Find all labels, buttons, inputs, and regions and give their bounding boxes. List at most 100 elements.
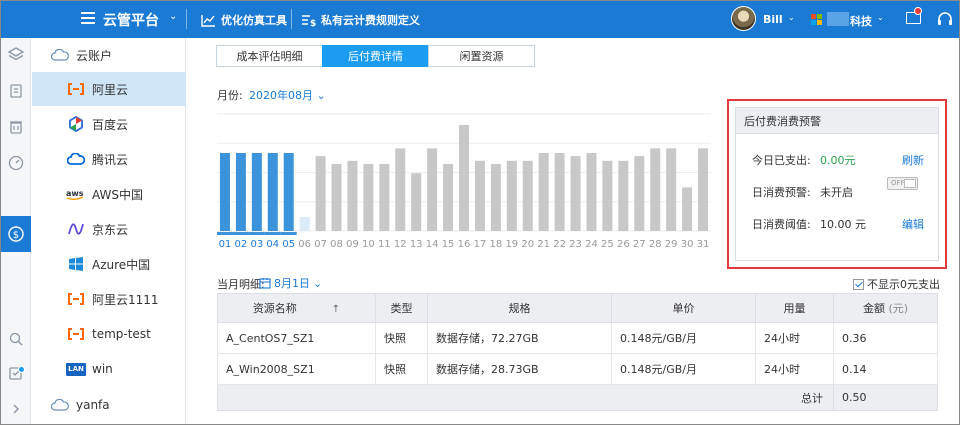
chart-bar-day-18[interactable] xyxy=(490,163,501,231)
chart-tick-label[interactable]: 14 xyxy=(426,239,439,250)
chart-bar-day-14[interactable] xyxy=(427,148,438,231)
chart-tick-label[interactable]: 07 xyxy=(314,239,327,250)
sidebar-item-aliyun-1111[interactable]: 阿里云1111 xyxy=(32,282,186,316)
chart-tick-label[interactable]: 02 xyxy=(235,239,248,250)
chart-tick-label[interactable]: 23 xyxy=(569,239,582,250)
chart-tick-label[interactable]: 01 xyxy=(219,239,232,250)
layers-icon[interactable] xyxy=(7,46,25,64)
chart-tick-label[interactable]: 26 xyxy=(617,239,630,250)
chart-bar-day-22[interactable] xyxy=(554,153,565,231)
alert-toggle[interactable]: OFF xyxy=(887,177,918,190)
hide-zero-checkbox[interactable]: 不显示0元支出 xyxy=(853,276,940,292)
chart-bar-day-08[interactable] xyxy=(331,163,342,231)
table-row[interactable]: A_Win2008_SZ1 快照 数据存储，28.73GB 0.148元/GB/… xyxy=(217,353,938,385)
chart-tick-label[interactable]: 25 xyxy=(601,239,614,250)
chart-bar-day-23[interactable] xyxy=(570,156,581,231)
table-row[interactable]: A_CentOS7_SZ1 快照 数据存储，72.27GB 0.148元/GB/… xyxy=(217,322,938,354)
chart-bar-day-15[interactable] xyxy=(443,163,454,231)
chart-tick-label[interactable]: 30 xyxy=(681,239,694,250)
chevron-right-icon[interactable] xyxy=(7,400,25,418)
chart-bar-day-01[interactable] xyxy=(219,153,230,231)
chart-bar-day-26[interactable] xyxy=(618,160,629,231)
optimize-tool-button[interactable]: 优化仿真工具 xyxy=(201,12,287,28)
tab-idle-resources[interactable]: 闲置资源 xyxy=(428,45,535,67)
chart-tick-label[interactable]: 29 xyxy=(665,239,678,250)
pricing-rules-button[interactable]: $ 私有云计费规则定义 xyxy=(301,12,420,28)
chart-tick-label[interactable]: 13 xyxy=(410,239,423,250)
sidebar-item-tencent-cloud[interactable]: 腾讯云 xyxy=(32,142,186,176)
sidebar-item-jd-cloud[interactable]: 京东云 xyxy=(32,212,186,246)
chart-bar-day-29[interactable] xyxy=(666,148,677,231)
sidebar-item-aliyun[interactable]: 阿里云 xyxy=(32,72,186,106)
tab-cost-estimate[interactable]: 成本评估明细 xyxy=(216,45,323,67)
chart-bar-day-04[interactable] xyxy=(267,153,278,231)
sidebar-item-yanfa[interactable]: yanfa xyxy=(32,388,186,422)
sidebar-item-cloud-accounts[interactable]: 云账户 xyxy=(32,38,186,72)
chart-bar-day-21[interactable] xyxy=(538,153,549,231)
app-title[interactable]: 云管平台 xyxy=(103,10,159,30)
chart-bar-day-31[interactable] xyxy=(698,148,709,231)
chart-tick-label[interactable]: 28 xyxy=(649,239,662,250)
chart-tick-label[interactable]: 10 xyxy=(362,239,375,250)
chart-bar-day-12[interactable] xyxy=(395,148,406,231)
chart-tick-label[interactable]: 22 xyxy=(553,239,566,250)
chart-tick-label[interactable]: 31 xyxy=(697,239,710,250)
checkbox-checked-icon[interactable] xyxy=(853,278,864,290)
sidebar-item-temp-test[interactable]: temp-test xyxy=(32,317,186,351)
chart-tick-label[interactable]: 20 xyxy=(521,239,534,250)
chart-tick-label[interactable]: 18 xyxy=(490,239,503,250)
search-icon[interactable] xyxy=(7,330,25,348)
chart-tick-label[interactable]: 16 xyxy=(458,239,471,250)
column-header-resource-name[interactable]: 资源名称 ↑ xyxy=(217,293,376,323)
chart-bar-day-07[interactable] xyxy=(315,156,326,231)
chart-tick-label[interactable]: 08 xyxy=(330,239,343,250)
chart-bar-day-27[interactable] xyxy=(634,156,645,231)
chevron-down-icon[interactable]: ⌄ xyxy=(788,13,795,22)
chart-tick-label[interactable]: 15 xyxy=(442,239,455,250)
chart-bar-day-24[interactable] xyxy=(586,153,597,231)
chart-bar-day-06[interactable] xyxy=(299,216,310,231)
user-name[interactable]: Bill xyxy=(763,13,783,26)
month-selector[interactable]: 2020年08月 ⌄ xyxy=(249,87,326,103)
chart-tick-label[interactable]: 27 xyxy=(633,239,646,250)
sidebar-item-baidu-cloud[interactable]: 百度云 xyxy=(32,107,186,141)
headset-icon[interactable] xyxy=(937,11,953,27)
chart-tick-label[interactable]: 19 xyxy=(505,239,518,250)
chart-bar-day-10[interactable] xyxy=(363,163,374,231)
chevron-down-icon[interactable]: ⌄ xyxy=(877,13,884,22)
chart-tick-label[interactable]: 09 xyxy=(346,239,359,250)
chart-tick-label[interactable]: 06 xyxy=(298,239,311,250)
chart-bar-day-20[interactable] xyxy=(522,160,533,231)
chart-bar-day-30[interactable] xyxy=(682,187,693,231)
chart-bar-day-25[interactable] xyxy=(602,160,613,231)
trash-icon[interactable] xyxy=(7,118,25,136)
tab-postpaid-detail[interactable]: 后付费详情 xyxy=(322,45,429,67)
chart-bar-day-19[interactable] xyxy=(506,160,517,231)
chart-bar-day-28[interactable] xyxy=(650,148,661,231)
chart-tick-label[interactable]: 21 xyxy=(537,239,550,250)
chart-bar-day-09[interactable] xyxy=(347,160,358,231)
billing-dollar-icon[interactable]: $ xyxy=(7,225,25,243)
sort-arrow-icon[interactable]: ↑ xyxy=(332,304,340,315)
chart-bar-day-03[interactable] xyxy=(251,153,262,231)
chart-bar-day-02[interactable] xyxy=(235,153,246,231)
chart-bar-day-11[interactable] xyxy=(379,163,390,231)
refresh-link[interactable]: 刷新 xyxy=(902,152,924,168)
documents-icon[interactable] xyxy=(7,82,25,100)
sidebar-item-azure-china[interactable]: Azure中国 xyxy=(32,247,186,281)
org-name[interactable]: 科技 xyxy=(850,13,872,29)
chart-bar-day-13[interactable] xyxy=(411,173,422,231)
edit-link[interactable]: 编辑 xyxy=(902,216,924,232)
chart-bar-day-05[interactable] xyxy=(283,153,294,231)
sidebar-item-win[interactable]: LAN win xyxy=(32,352,186,386)
chart-bar-day-17[interactable] xyxy=(474,160,485,231)
chevron-down-icon[interactable]: ⌄ xyxy=(169,11,177,22)
chart-tick-label[interactable]: 17 xyxy=(474,239,487,250)
chart-tick-label[interactable]: 12 xyxy=(394,239,407,250)
chart-tick-label[interactable]: 24 xyxy=(585,239,598,250)
sidebar-item-aws-china[interactable]: aws AWS中国 xyxy=(32,177,186,211)
avatar[interactable] xyxy=(731,6,756,31)
chart-tick-label[interactable]: 03 xyxy=(250,239,263,250)
chart-tick-label[interactable]: 11 xyxy=(378,239,391,250)
chart-tick-label[interactable]: 04 xyxy=(266,239,279,250)
